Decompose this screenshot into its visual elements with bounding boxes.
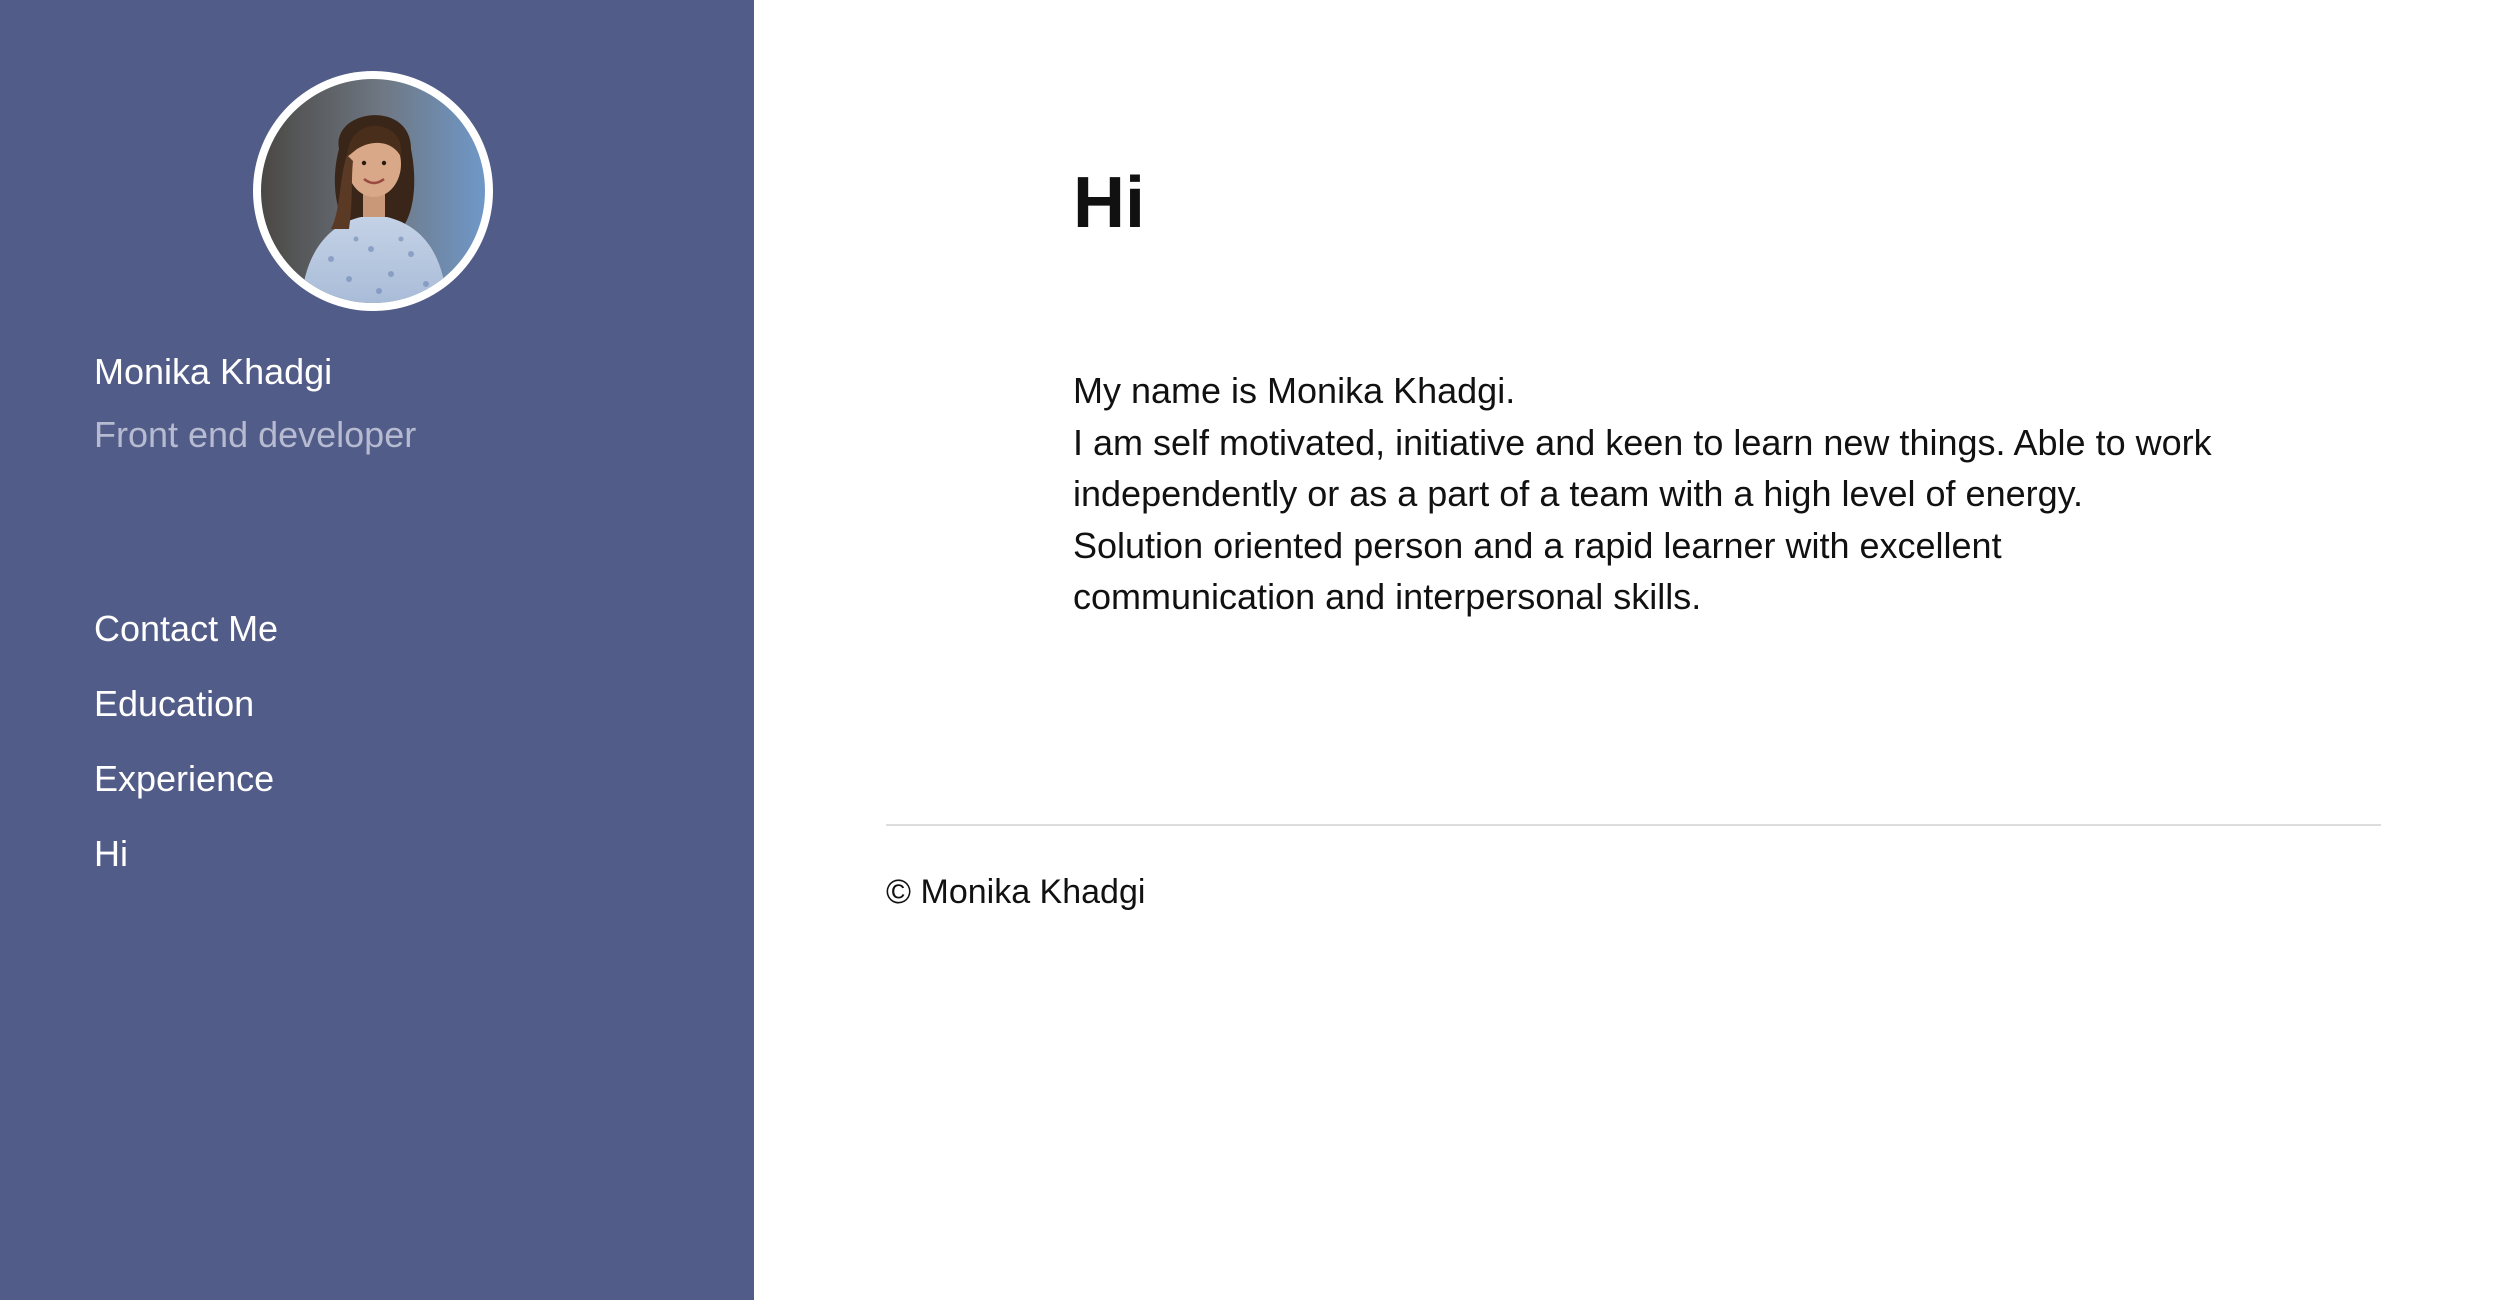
avatar bbox=[253, 71, 493, 311]
nav-link-education[interactable]: Education bbox=[94, 682, 278, 726]
footer-divider bbox=[886, 824, 2381, 826]
profile-role: Front end developer bbox=[94, 414, 417, 455]
profile-name: Monika Khadgi bbox=[94, 351, 333, 392]
nav-item-contact-me: Contact Me bbox=[94, 607, 278, 651]
page: Monika Khadgi Front end developer Contac… bbox=[0, 0, 2510, 1300]
footer-copyright: © Monika Khadgi bbox=[886, 873, 1146, 911]
bio: My name is Monika Khadgi. I am self moti… bbox=[1073, 365, 2223, 623]
sidebar: Monika Khadgi Front end developer Contac… bbox=[0, 0, 754, 1300]
bio-intro: My name is Monika Khadgi. bbox=[1073, 370, 1516, 411]
nav-item-experience: Experience bbox=[94, 757, 278, 801]
nav-link-hi[interactable]: Hi bbox=[94, 832, 278, 876]
profile-photo bbox=[261, 79, 485, 303]
nav-item-education: Education bbox=[94, 682, 278, 726]
sidebar-nav: Contact Me Education Experience Hi bbox=[94, 607, 278, 907]
page-title: Hi bbox=[1073, 163, 1145, 243]
nav-link-experience[interactable]: Experience bbox=[94, 757, 278, 801]
nav-link-contact-me[interactable]: Contact Me bbox=[94, 607, 278, 651]
nav-item-hi: Hi bbox=[94, 832, 278, 876]
bio-body: I am self motivated, initiative and keen… bbox=[1073, 421, 2212, 618]
